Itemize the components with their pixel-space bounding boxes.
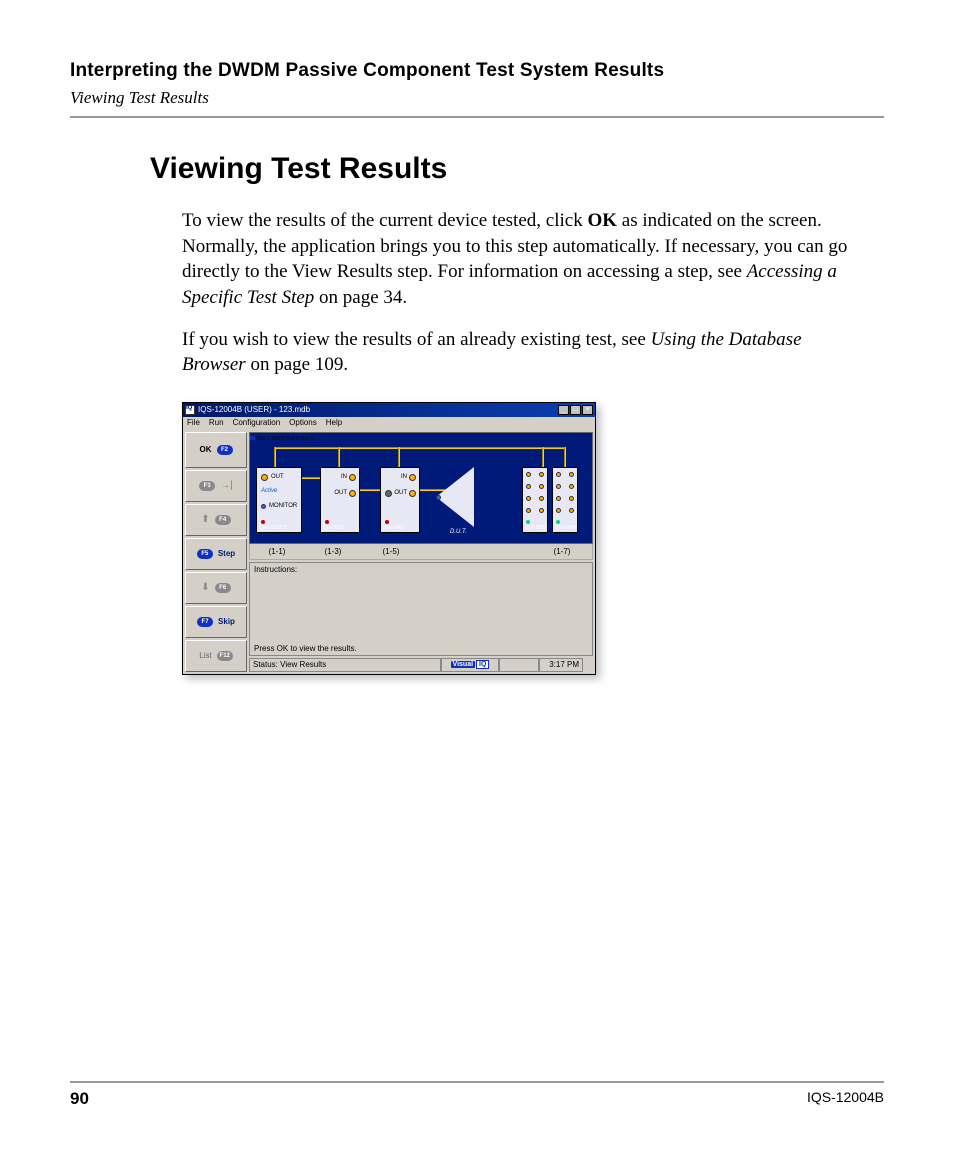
para2-text-b: on page 109. [246, 354, 348, 375]
arrow-up-icon: ⬆ [201, 514, 209, 525]
divider-bottom [70, 1081, 884, 1083]
up-button[interactable]: ⬆ F4 [185, 504, 247, 536]
paragraph-2: If you wish to view the results of an al… [182, 327, 864, 378]
module-source: OUT Active MONITOR IQS-2100CT [256, 467, 302, 533]
m1-active-label: Active [261, 488, 277, 494]
slot-row: (1-1) (1-3) (1-5) (1-7) [249, 544, 593, 560]
m1-monitor-label: MONITOR [269, 503, 297, 509]
module-switch-2: IN OUT IQS-9401 [380, 467, 420, 533]
status-bar: Status: View Results VisualIQ 3:17 PM [249, 658, 593, 672]
dut-in-label: IN [250, 436, 255, 442]
close-button[interactable]: × [582, 405, 593, 415]
list-button-label: List [199, 651, 211, 660]
down-button[interactable]: ⬇ F6 [185, 572, 247, 604]
section-title: Viewing Test Results [150, 152, 884, 186]
instructions-header: Instructions: [250, 563, 592, 576]
m3-footer: IQS-9401 [383, 525, 404, 531]
menu-configuration[interactable]: Configuration [233, 418, 281, 429]
menu-options[interactable]: Options [289, 418, 317, 429]
arrow-down-icon: ⬇ [201, 582, 209, 593]
slot-1: (1-1) [250, 547, 304, 556]
f6-badge: F6 [215, 583, 231, 593]
menu-run[interactable]: Run [209, 418, 224, 429]
dut-outn: Out N [301, 436, 314, 442]
para1-text-c: on page 34. [314, 287, 407, 308]
visual-iq-logo: VisualIQ [441, 658, 499, 672]
m5-footer: IQS-1600 [555, 525, 576, 531]
dut-triangle [436, 467, 474, 527]
f12-badge: F12 [217, 651, 233, 661]
slot-3: (1-5) [362, 547, 420, 556]
m2-footer: IQS-9100 [323, 525, 344, 531]
menu-file[interactable]: File [187, 418, 200, 429]
dut-out1: Out 1 [257, 436, 269, 442]
slot-4: (1-7) [532, 547, 592, 556]
slot-2: (1-3) [304, 547, 362, 556]
module-detector-1: IQS-1100 [522, 467, 548, 533]
window-title: IQS-12004B (USER) - 123.mdb [198, 405, 558, 414]
f5-badge: F5 [197, 549, 213, 559]
m1-footer: IQS-2100CT [259, 525, 287, 531]
dut-caption: D.U.T. [450, 529, 467, 535]
page-footer: 90 IQS-12004B [70, 1081, 884, 1109]
skip-button[interactable]: F7 Skip [185, 606, 247, 638]
app-screenshot: IQS-12004B (USER) - 123.mdb _ □ × File R… [182, 402, 596, 675]
f4-badge: F4 [215, 515, 231, 525]
skip-button-label: Skip [218, 617, 235, 626]
instructions-text: Press OK to view the results. [254, 644, 357, 653]
step-button-label: Step [218, 549, 235, 558]
m2-in-label: IN [341, 474, 347, 480]
f3-badge: F3 [199, 481, 215, 491]
m4-footer: IQS-1100 [525, 525, 546, 531]
chapter-title: Interpreting the DWDM Passive Component … [70, 60, 884, 82]
menu-bar: File Run Configuration Options Help [183, 417, 595, 430]
m2-out-label: OUT [334, 490, 347, 496]
f2-badge: F2 [217, 445, 233, 455]
m3-out-label: OUT [394, 490, 407, 496]
doc-id: IQS-12004B [807, 1089, 884, 1109]
list-button[interactable]: List F12 [185, 640, 247, 672]
next-end-button[interactable]: F3 →| [185, 470, 247, 502]
module-switch-1: IN OUT IQS-9100 [320, 467, 360, 533]
window-titlebar: IQS-12004B (USER) - 123.mdb _ □ × [183, 403, 595, 417]
status-time: 3:17 PM [539, 658, 583, 672]
instructions-panel: Instructions: Press OK to view the resul… [249, 562, 593, 656]
f7-badge: F7 [197, 617, 213, 627]
para1-text-a: To view the results of the current devic… [182, 210, 587, 231]
ok-button[interactable]: OK F2 [185, 432, 247, 468]
breadcrumb: Viewing Test Results [70, 88, 884, 108]
arrow-end-icon: →| [220, 480, 233, 491]
side-button-panel: OK F2 F3 →| ⬆ F4 F5 Step ⬇ F6 [183, 430, 249, 674]
menu-help[interactable]: Help [326, 418, 342, 429]
m3-in-label: IN [401, 474, 407, 480]
dut-out3: Out 3 [286, 436, 298, 442]
step-button[interactable]: F5 Step [185, 538, 247, 570]
dut-out2: Out 2 [272, 436, 284, 442]
connection-diagram: OUT Active MONITOR IQS-2100CT IN OUT [249, 432, 593, 544]
module-detector-2: IQS-1600 [552, 467, 578, 533]
page-number: 90 [70, 1089, 89, 1109]
para2-text-a: If you wish to view the results of an al… [182, 329, 651, 350]
minimize-button[interactable]: _ [558, 405, 569, 415]
para1-bold-ok: OK [587, 210, 617, 231]
logo-visual: Visual [451, 661, 476, 668]
paragraph-1: To view the results of the current devic… [182, 208, 864, 311]
app-icon [185, 405, 195, 415]
logo-iq: IQ [476, 660, 489, 669]
maximize-button[interactable]: □ [570, 405, 581, 415]
status-text: Status: View Results [249, 658, 441, 672]
divider-top [70, 116, 884, 118]
status-blank [499, 658, 539, 672]
ok-button-label: OK [200, 445, 212, 454]
m1-out-label: OUT [271, 474, 284, 480]
